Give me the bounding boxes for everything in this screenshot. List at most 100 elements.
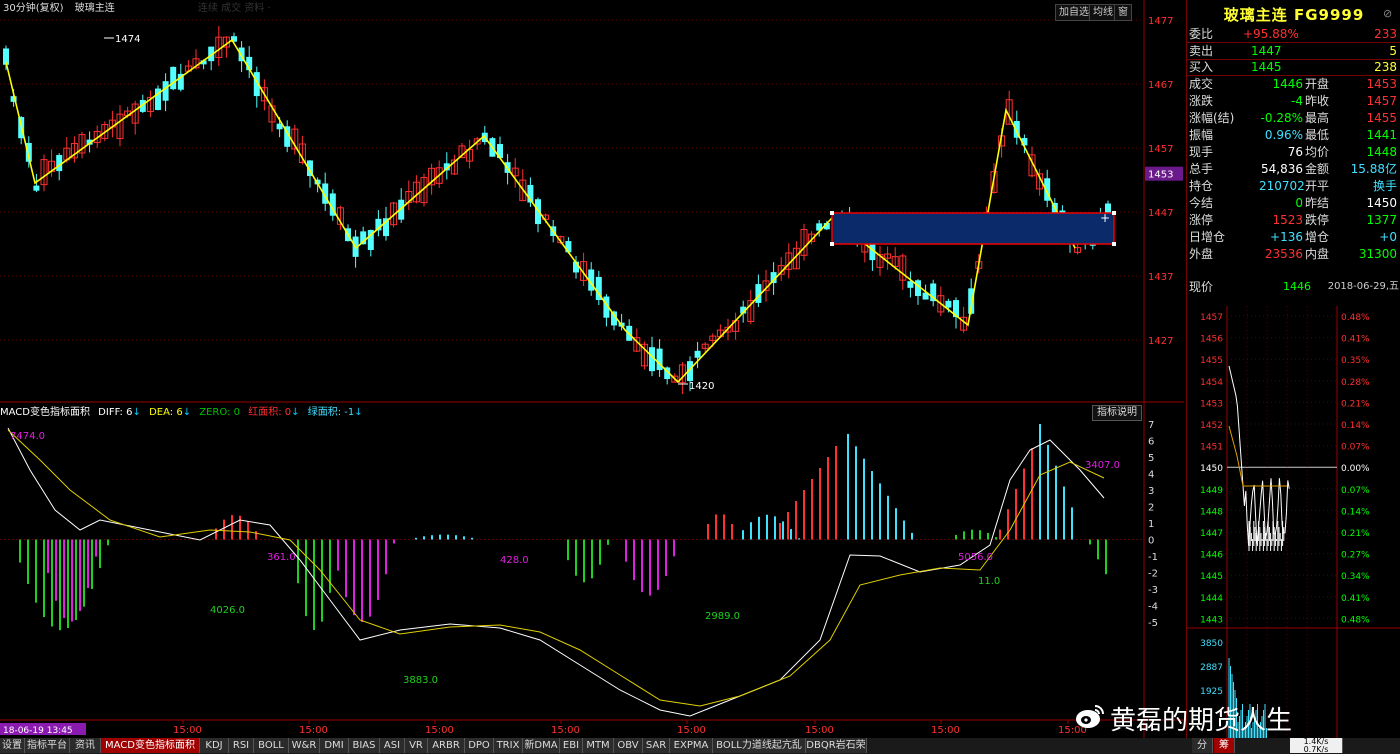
mini-pct-tick: 0.48% bbox=[1341, 615, 1370, 625]
tab-11[interactable]: VR bbox=[405, 738, 428, 753]
macd-area-label: 3883.0 bbox=[403, 675, 438, 686]
side-tab-0[interactable]: 分 bbox=[1192, 738, 1213, 753]
macd-area-label: 361.0 bbox=[267, 552, 296, 563]
mini-pct-tick: 0.41% bbox=[1341, 594, 1370, 604]
mini-price-tick: 1456 bbox=[1200, 335, 1223, 345]
mini-pct-tick: 0.07% bbox=[1341, 443, 1370, 453]
macd-area-label: 7474.0 bbox=[10, 431, 45, 442]
green-area-item: 绿面积: -1↓ bbox=[307, 407, 363, 418]
tab-17[interactable]: MTM bbox=[583, 738, 614, 753]
mini-price-tick: 1454 bbox=[1200, 378, 1223, 388]
tab-21[interactable]: BOLL力道线起亢乱 bbox=[713, 738, 806, 753]
tab-1[interactable]: 指标平台 bbox=[25, 738, 70, 753]
mini-pct-tick: 0.35% bbox=[1341, 356, 1370, 366]
tab-9[interactable]: BIAS bbox=[349, 738, 380, 753]
mini-vol-tick: 2887 bbox=[1200, 663, 1223, 673]
indicator-tab-bar[interactable]: 设置 指标平台 资讯 MACD变色指标面积 KDJ RSI BOLL W&R DMI BIAS AS… bbox=[0, 738, 1400, 754]
current-price-label: 1453 bbox=[1148, 170, 1173, 181]
instrument-label: 玻璃主连 bbox=[74, 3, 115, 14]
kline-macd-chart[interactable]: 1477146714571447143714271453+14741420765… bbox=[0, 0, 1184, 738]
macd-tick-label: 1 bbox=[1148, 519, 1154, 530]
mini-vol-tick: 3850 bbox=[1200, 639, 1223, 649]
mini-pct-tick: 0.34% bbox=[1341, 572, 1370, 582]
mini-pct-tick: 0.14% bbox=[1341, 507, 1370, 517]
candle-body bbox=[694, 350, 701, 358]
mini-price-tick: 1447 bbox=[1200, 529, 1223, 539]
mini-pct-tick: 0.28% bbox=[1341, 378, 1370, 388]
header-faded-text: 连续 成交 资料 · bbox=[197, 3, 271, 14]
mini-price-tick: 1448 bbox=[1200, 507, 1223, 517]
tab-20[interactable]: EXPMA bbox=[670, 738, 713, 753]
tab-0[interactable]: 设置 bbox=[0, 738, 25, 753]
mini-price-tick: 1446 bbox=[1200, 551, 1223, 561]
sell-row[interactable]: 卖出 1447 5 bbox=[1187, 43, 1400, 59]
macd-tick-label: -5 bbox=[1148, 618, 1158, 629]
quote-row: 今结 0 昨结 1450 bbox=[1189, 196, 1397, 210]
network-speed-indicator: 1.4K/s 0.7K/s bbox=[1290, 738, 1343, 754]
tab-15[interactable]: 新DMA bbox=[523, 738, 560, 753]
mini-pct-tick: 0.41% bbox=[1341, 335, 1370, 345]
quote-row: 振幅 0.96% 最低 1441 bbox=[1189, 128, 1397, 142]
mini-price-line bbox=[1228, 365, 1290, 546]
dea-item: DEA: 6↓ bbox=[149, 407, 192, 418]
tab-10[interactable]: ASI bbox=[380, 738, 405, 753]
time-tick-label: 15:00 bbox=[299, 725, 328, 736]
macd-tick-label: -2 bbox=[1148, 569, 1158, 580]
window-button[interactable]: 窗 bbox=[1114, 4, 1132, 21]
tab-3[interactable]: MACD变色指标面积 bbox=[101, 738, 200, 753]
start-time-label: 18-06-19 13:45 bbox=[3, 726, 73, 736]
side-tab-1[interactable]: 筹 bbox=[1214, 738, 1235, 753]
box-handle bbox=[830, 211, 834, 215]
quote-row: 外盘 23536 内盘 31300 bbox=[1189, 247, 1397, 261]
quote-panel: 玻璃主连 FG9999 ⊘ 委比 +95.88% 233 卖出 1447 5 买… bbox=[1186, 0, 1400, 738]
macd-name[interactable]: MACD变色指标面积 bbox=[0, 407, 90, 418]
tab-8[interactable]: DMI bbox=[320, 738, 349, 753]
intraday-mini-chart[interactable]: 1457 0.48% 1456 0.41% 1455 0.35% 1454 0.28% 1453… bbox=[1187, 306, 1400, 738]
tab-7[interactable]: W&R bbox=[289, 738, 320, 753]
weibo-logo-icon bbox=[1076, 705, 1104, 728]
price-tick-label: 1447 bbox=[1148, 208, 1173, 219]
indicator-explain-button[interactable]: 指标说明 bbox=[1092, 405, 1142, 421]
mini-price-tick: 1455 bbox=[1200, 356, 1223, 366]
mini-pct-tick: 0.14% bbox=[1341, 421, 1370, 431]
quote-row: 总手 54,836 金额 15.88亿 bbox=[1189, 162, 1397, 176]
tab-4[interactable]: KDJ bbox=[200, 738, 229, 753]
tab-16[interactable]: EBI bbox=[560, 738, 583, 753]
settings-icon[interactable]: ⊘ bbox=[1383, 7, 1392, 20]
watermark-text: 黄磊的期货人生 bbox=[1110, 706, 1293, 736]
macd-tick-label: 5 bbox=[1148, 453, 1154, 464]
mini-pct-tick: 0.48% bbox=[1341, 313, 1370, 323]
tab-22[interactable]: DBQR岩石荣 bbox=[806, 738, 867, 753]
tab-18[interactable]: OBV bbox=[614, 738, 643, 753]
macd-area-label: 3407.0 bbox=[1085, 460, 1120, 471]
macd-area-label: 11.0 bbox=[978, 576, 1000, 587]
main-chart-area[interactable]: 1477 1467 1457 1447 1437 1427 1453 +1474 1420 7 6 5… bbox=[0, 0, 1184, 740]
box-handle bbox=[1112, 242, 1116, 246]
macd-tick-label: -1 bbox=[1148, 552, 1158, 563]
macd-header: MACD变色指标面积 DIFF: 6↓ DEA: 6↓ ZERO: 0 红面积:… bbox=[0, 405, 1090, 421]
tab-19[interactable]: SAR bbox=[643, 738, 670, 753]
tab-6[interactable]: BOLL bbox=[254, 738, 289, 753]
add-watchlist-button[interactable]: 加自选 bbox=[1055, 4, 1093, 21]
high-annotation: 1474 bbox=[115, 34, 140, 45]
macd-tick-label: 7 bbox=[1148, 420, 1154, 431]
tab-13[interactable]: DPO bbox=[465, 738, 494, 753]
buy-row[interactable]: 买入 1445 238 bbox=[1187, 59, 1400, 75]
price-tick-label: 1427 bbox=[1148, 336, 1173, 347]
tab-14[interactable]: TRIX bbox=[494, 738, 523, 753]
mini-pct-tick: 0.27% bbox=[1341, 551, 1370, 561]
period-label[interactable]: 30分钟(复权) bbox=[3, 3, 64, 14]
quote-title: 玻璃主连 FG9999 bbox=[1223, 6, 1365, 24]
tab-12[interactable]: ARBR bbox=[428, 738, 465, 753]
price-tick-label: 1437 bbox=[1148, 272, 1173, 283]
candle-body bbox=[170, 66, 177, 90]
candle-body bbox=[33, 185, 40, 191]
price-tick-label: 1467 bbox=[1148, 80, 1173, 91]
tab-5[interactable]: RSI bbox=[229, 738, 254, 753]
zero-item: ZERO: 0 bbox=[199, 407, 241, 418]
average-line-button[interactable]: 均线 bbox=[1089, 4, 1117, 21]
macd-tick-label: -3 bbox=[1148, 585, 1158, 596]
candle-body bbox=[162, 81, 169, 101]
tab-2[interactable]: 资讯 bbox=[70, 738, 101, 753]
mini-price-tick: 1444 bbox=[1200, 594, 1223, 604]
